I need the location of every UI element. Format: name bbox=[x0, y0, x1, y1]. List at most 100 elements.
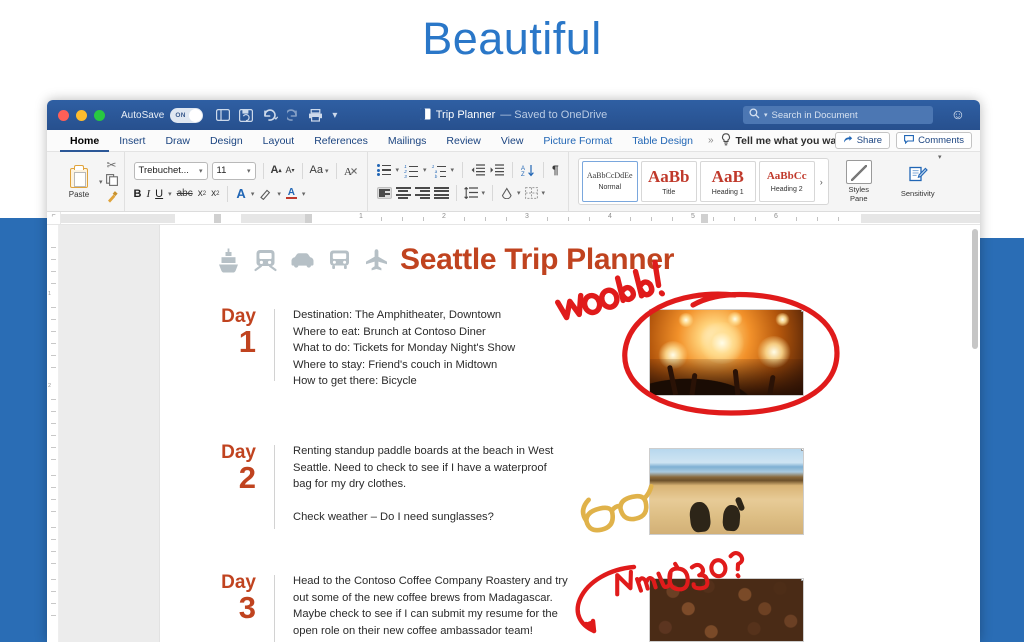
clear-formatting-icon[interactable]: A bbox=[344, 165, 358, 177]
bullets-icon[interactable] bbox=[376, 164, 391, 176]
multilevel-list-chevron-icon[interactable]: ▾ bbox=[451, 166, 455, 174]
styles-gallery[interactable]: AaBbCcDdEe Normal AaBb Title AaB Heading… bbox=[577, 158, 829, 205]
paragraph-row-bottom[interactable]: ▾ ▾ ▾ bbox=[376, 185, 546, 201]
beach-shadows-photo[interactable] bbox=[649, 448, 804, 535]
print-icon[interactable] bbox=[308, 108, 323, 122]
tab-mailings[interactable]: Mailings bbox=[378, 130, 437, 152]
autosave-control[interactable]: AutoSave ON bbox=[121, 107, 204, 123]
coffee-beans-photo[interactable] bbox=[649, 578, 804, 642]
comments-button[interactable]: Comments bbox=[896, 132, 972, 149]
shading-icon[interactable] bbox=[500, 187, 513, 199]
font-row-top[interactable]: Trebuchet... ▾ 11 ▾ A ▴ A ▾ Aa ▾ A bbox=[133, 161, 358, 180]
decrease-indent-icon[interactable] bbox=[471, 164, 486, 176]
grow-font-icon[interactable]: A ▴ bbox=[271, 165, 282, 176]
align-left-icon[interactable] bbox=[376, 187, 392, 199]
redo-icon[interactable] bbox=[287, 109, 299, 121]
day-2-text[interactable]: Renting standup paddle boards at the bea… bbox=[293, 443, 553, 529]
sensitivity-button[interactable]: Sensitivity ▾ bbox=[891, 154, 945, 198]
font-row-bottom[interactable]: B I U ▾ abc x2 x2 A ▾ ▾ A ▾ bbox=[134, 185, 306, 202]
tab-review[interactable]: Review bbox=[436, 130, 490, 152]
ribbon-group-clipboard[interactable]: Paste ▾ ✂ bbox=[53, 152, 125, 211]
smiley-icon[interactable]: ☺ bbox=[951, 107, 965, 121]
borders-chevron-icon[interactable]: ▾ bbox=[542, 189, 546, 197]
clipboard-mini-buttons[interactable]: ✂ bbox=[105, 159, 118, 205]
ruler-indent-marker[interactable] bbox=[214, 213, 221, 223]
cut-icon[interactable]: ✂ bbox=[106, 159, 116, 171]
change-case-chevron-icon[interactable]: ▾ bbox=[325, 167, 329, 175]
ruler-indent-marker[interactable] bbox=[305, 213, 312, 223]
format-painter-icon[interactable] bbox=[106, 190, 118, 205]
font-size-chevron-icon[interactable]: ▾ bbox=[247, 167, 251, 175]
show-marks-icon[interactable]: ¶ bbox=[552, 164, 559, 176]
ribbon-home-group[interactable]: Paste ▾ ✂ Trebuchet... ▾ 11 ▾ A ▴ A ▾ Aa… bbox=[47, 152, 980, 212]
close-window-button[interactable] bbox=[58, 109, 69, 121]
align-center-icon[interactable] bbox=[395, 187, 411, 199]
superscript-icon[interactable]: x2 bbox=[211, 188, 219, 199]
tab-layout[interactable]: Layout bbox=[253, 130, 305, 152]
tab-insert[interactable]: Insert bbox=[109, 130, 155, 152]
styles-gallery-more-icon[interactable]: › bbox=[820, 177, 823, 187]
font-color-icon[interactable]: A bbox=[285, 187, 297, 200]
horizontal-ruler[interactable]: ⌐ 1 2 3 4 5 6 bbox=[47, 212, 980, 225]
style-heading-1[interactable]: AaB Heading 1 bbox=[699, 161, 756, 202]
concert-crowd-photo[interactable] bbox=[649, 309, 804, 396]
italic-icon[interactable]: I bbox=[146, 188, 150, 200]
share-button[interactable]: Share bbox=[834, 132, 891, 149]
minimize-window-button[interactable] bbox=[76, 109, 87, 121]
tab-draw[interactable]: Draw bbox=[155, 130, 200, 152]
change-case-button[interactable]: Aa ▾ bbox=[310, 165, 329, 176]
image-resize-handle[interactable] bbox=[801, 579, 803, 581]
ruler-indent-marker[interactable] bbox=[701, 213, 708, 223]
ribbon-group-paragraph[interactable]: ▾ 1 2 3 ▾ 1 a b ▾ A Z ¶ ▾ ▾ ▾ bbox=[368, 152, 569, 211]
document-area[interactable]: 1 2 Seattle Trip Planner Day 1 Destinati… bbox=[47, 225, 980, 642]
vertical-ruler[interactable]: 1 2 bbox=[47, 225, 59, 642]
tab-table-design[interactable]: Table Design bbox=[622, 130, 703, 152]
line-spacing-icon[interactable] bbox=[463, 187, 478, 199]
document-page-content[interactable]: Seattle Trip Planner Day 1 Destination: … bbox=[160, 225, 980, 642]
sensitivity-chevron-icon[interactable]: ▾ bbox=[938, 153, 942, 161]
tab-references[interactable]: References bbox=[304, 130, 378, 152]
navigation-pane[interactable]: 1 2 bbox=[47, 225, 160, 642]
ribbon-group-styles[interactable]: AaBbCcDdEe Normal AaBb Title AaB Heading… bbox=[569, 152, 951, 211]
font-color-chevron-icon[interactable]: ▾ bbox=[302, 190, 306, 198]
document-heading-row[interactable]: Seattle Trip Planner bbox=[215, 243, 674, 277]
increase-indent-icon[interactable] bbox=[490, 164, 505, 176]
ribbon-group-font[interactable]: Trebuchet... ▾ 11 ▾ A ▴ A ▾ Aa ▾ A B I U… bbox=[125, 152, 368, 211]
scrollbar-thumb[interactable] bbox=[972, 229, 978, 349]
shrink-font-icon[interactable]: A ▾ bbox=[285, 166, 294, 175]
underline-icon[interactable]: U bbox=[155, 188, 163, 200]
ribbon-right-actions[interactable]: Share Comments bbox=[834, 132, 972, 149]
paste-button[interactable]: Paste bbox=[59, 164, 99, 199]
maximize-window-button[interactable] bbox=[94, 109, 105, 121]
window-traffic-lights[interactable] bbox=[58, 109, 105, 121]
highlight-chevron-icon[interactable]: ▾ bbox=[277, 190, 281, 198]
sidebar-icon[interactable] bbox=[216, 109, 231, 121]
tab-home[interactable]: Home bbox=[60, 130, 110, 152]
shading-chevron-icon[interactable]: ▾ bbox=[517, 189, 521, 197]
font-name-chevron-icon[interactable]: ▾ bbox=[199, 167, 203, 175]
tab-picture-format[interactable]: Picture Format bbox=[533, 130, 622, 152]
document-vertical-scrollbar[interactable] bbox=[971, 225, 979, 642]
ruler-tab-selector[interactable]: ⌐ bbox=[47, 212, 61, 224]
style-title[interactable]: AaBb Title bbox=[640, 161, 697, 202]
line-spacing-chevron-icon[interactable]: ▾ bbox=[482, 189, 486, 197]
customize-toolbar-icon[interactable]: ▾ bbox=[332, 110, 337, 121]
bold-icon[interactable]: B bbox=[134, 188, 142, 200]
image-resize-handle[interactable] bbox=[801, 310, 803, 312]
search-input[interactable]: ▾ Search in Document bbox=[743, 106, 933, 124]
style-heading-2[interactable]: AaBbCc Heading 2 bbox=[758, 161, 815, 202]
word-application-window[interactable]: AutoSave ON ▾ Trip Planner — Saved to On… bbox=[47, 100, 980, 642]
tabs-overflow-icon[interactable]: » bbox=[703, 135, 719, 146]
day-1-text[interactable]: Destination: The Amphitheater, Downtown … bbox=[293, 307, 515, 390]
underline-chevron-icon[interactable]: ▾ bbox=[168, 190, 172, 198]
sort-icon[interactable]: AZ bbox=[521, 164, 535, 177]
horizontal-ruler-track[interactable]: 1 2 3 4 5 6 bbox=[61, 212, 980, 224]
styles-pane-button[interactable]: Styles Pane bbox=[837, 160, 881, 203]
paragraph-row-top[interactable]: ▾ 1 2 3 ▾ 1 a b ▾ A Z ¶ bbox=[376, 162, 559, 179]
font-size-combobox[interactable]: 11 ▾ bbox=[211, 161, 256, 180]
bullets-chevron-icon[interactable]: ▾ bbox=[396, 166, 400, 174]
align-right-icon[interactable] bbox=[414, 187, 430, 199]
day-2-row[interactable]: Day 2 Renting standup paddle boards at t… bbox=[200, 443, 553, 529]
tab-view[interactable]: View bbox=[491, 130, 534, 152]
day-3-text[interactable]: Head to the Contoso Coffee Company Roast… bbox=[293, 573, 568, 642]
